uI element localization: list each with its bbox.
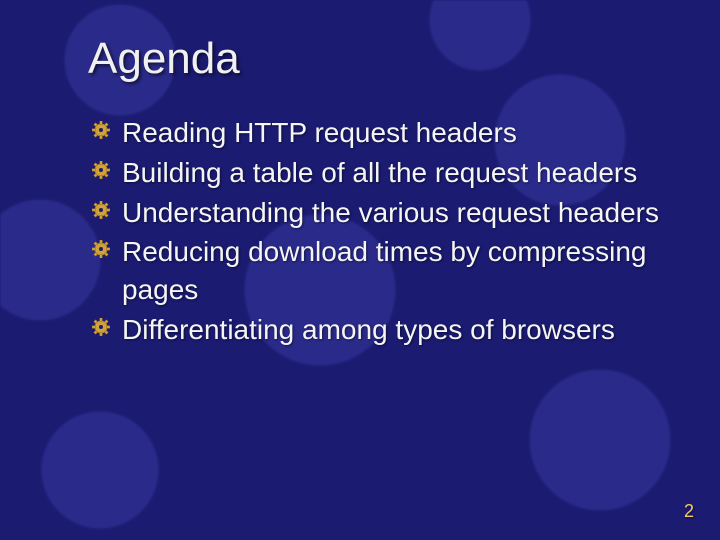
list-item: Understanding the various request header… <box>92 194 666 232</box>
bullet-text: Building a table of all the request head… <box>122 157 637 188</box>
list-item: Reading HTTP request headers <box>92 114 666 152</box>
gear-bullet-icon <box>92 161 110 179</box>
page-number: 2 <box>684 501 694 522</box>
bullet-text: Reducing download times by compressing p… <box>122 236 647 305</box>
list-item: Differentiating among types of browsers <box>92 311 666 349</box>
gear-bullet-icon <box>92 121 110 139</box>
gear-bullet-icon <box>92 318 110 336</box>
gear-bullet-icon <box>92 201 110 219</box>
slide-title: Agenda <box>88 34 666 84</box>
bullet-list: Reading HTTP request headers <box>92 114 666 349</box>
list-item: Reducing download times by compressing p… <box>92 233 666 309</box>
bullet-text: Understanding the various request header… <box>122 197 659 228</box>
bullet-text: Reading HTTP request headers <box>122 117 517 148</box>
list-item: Building a table of all the request head… <box>92 154 666 192</box>
slide-content: Agenda <box>0 0 720 540</box>
gear-bullet-icon <box>92 240 110 258</box>
bullet-text: Differentiating among types of browsers <box>122 314 615 345</box>
